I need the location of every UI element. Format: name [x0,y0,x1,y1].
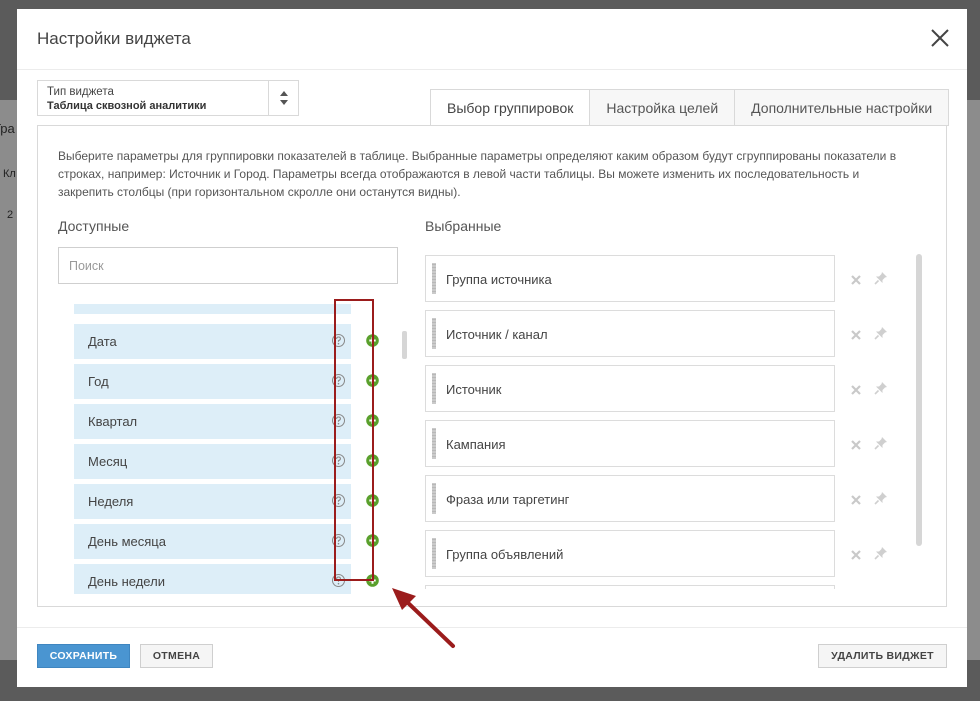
save-button[interactable]: СОХРАНИТЬ [37,644,130,668]
available-item[interactable]: Неделя [74,484,379,519]
drag-handle-icon[interactable] [432,538,436,569]
available-item[interactable]: День недели [74,564,379,594]
available-title: Доступные [58,218,130,234]
add-icon[interactable] [365,333,380,348]
selected-item-label: Кампания [446,437,506,452]
available-item-label: Неделя [88,494,134,509]
cancel-button[interactable]: ОТМЕНА [140,644,213,668]
delete-widget-button[interactable]: УДАЛИТЬ ВИДЖЕТ [818,644,947,668]
help-icon[interactable] [331,493,346,508]
selected-title: Выбранные [425,218,502,234]
widget-type-label: Тип виджета [47,86,114,98]
pin-icon[interactable] [874,546,888,560]
remove-icon[interactable] [850,273,862,285]
available-item-label: День месяца [88,534,166,549]
available-scrollbar[interactable] [402,331,407,359]
settings-tabs: Выбор группировок Настройка целей Дополн… [430,89,950,126]
selected-item-label: Группа объявлений [446,547,564,562]
add-icon[interactable] [365,493,380,508]
available-item[interactable]: Квартал [74,404,379,439]
tab-additional[interactable]: Дополнительные настройки [735,89,950,126]
widget-settings-dialog: Настройки виджета Тип виджета Таблица ск… [17,9,967,687]
selected-item-partial[interactable] [425,585,835,589]
select-arrows-icon[interactable] [268,81,298,115]
pin-icon[interactable] [874,326,888,340]
tab-grouping[interactable]: Выбор группировок [430,89,591,126]
available-item-label: День недели [88,574,165,589]
background-strip-left [0,100,17,660]
help-icon[interactable] [331,533,346,548]
available-list: Дата Год Квартал Месяц Неделя День месяца День… [58,304,408,594]
widget-type-select[interactable]: Тип виджета Таблица сквозной аналитики [37,80,299,116]
drag-handle-icon[interactable] [432,428,436,459]
tab-goals[interactable]: Настройка целей [590,89,736,126]
available-item-label: Дата [88,334,117,349]
drag-handle-icon[interactable] [432,483,436,514]
background-strip-right [967,100,980,660]
pin-icon[interactable] [874,436,888,450]
selected-item[interactable]: Кампания [425,420,835,467]
add-icon[interactable] [365,413,380,428]
selected-item-label: Группа источника [446,272,552,287]
remove-icon[interactable] [850,548,862,560]
available-item-label: Месяц [88,454,128,469]
header-divider [17,69,967,70]
available-item[interactable]: Дата [74,324,379,359]
selected-item[interactable]: Группа источника [425,255,835,302]
help-icon[interactable] [331,453,346,468]
remove-icon[interactable] [850,328,862,340]
add-icon[interactable] [365,573,380,588]
drag-handle-icon[interactable] [432,318,436,349]
drag-handle-icon[interactable] [432,373,436,404]
selected-scrollbar[interactable] [916,254,922,546]
close-icon[interactable] [929,27,951,49]
remove-icon[interactable] [850,383,862,395]
pin-icon[interactable] [874,271,888,285]
help-icon[interactable] [331,413,346,428]
widget-type-value: Таблица сквозной аналитики [47,100,207,112]
selected-item-label: Фраза или таргетинг [446,492,570,507]
available-item[interactable]: День месяца [74,524,379,559]
selected-item-label: Источник / канал [446,327,548,342]
list-item-partial [74,304,351,314]
remove-icon[interactable] [850,438,862,450]
selected-item-label: Источник [446,382,502,397]
selected-item[interactable]: Источник [425,365,835,412]
background-text: 2 [7,209,14,221]
grouping-description: Выберите параметры для группировки показ… [58,149,897,199]
available-item-label: Год [88,374,109,389]
help-icon[interactable] [331,573,346,588]
drag-handle-icon[interactable] [432,263,436,294]
background-text: Кл [3,168,16,180]
selected-list: Группа источника Источник / канал Источник… [425,255,945,589]
add-icon[interactable] [365,453,380,468]
selected-item[interactable]: Фраза или таргетинг [425,475,835,522]
pin-icon[interactable] [874,491,888,505]
help-icon[interactable] [331,333,346,348]
add-icon[interactable] [365,533,380,548]
remove-icon[interactable] [850,493,862,505]
search-input[interactable] [58,247,398,284]
pin-icon[interactable] [874,381,888,395]
selected-item[interactable]: Источник / канал [425,310,835,357]
add-icon[interactable] [365,373,380,388]
available-item[interactable]: Месяц [74,444,379,479]
selected-item[interactable]: Группа объявлений [425,530,835,577]
available-item[interactable]: Год [74,364,379,399]
background-text: Гра [0,121,15,136]
footer-divider [17,627,967,628]
available-item-label: Квартал [88,414,138,429]
dialog-title: Настройки виджета [37,29,191,48]
help-icon[interactable] [331,373,346,388]
grouping-panel: Выберите параметры для группировки показ… [37,125,947,607]
